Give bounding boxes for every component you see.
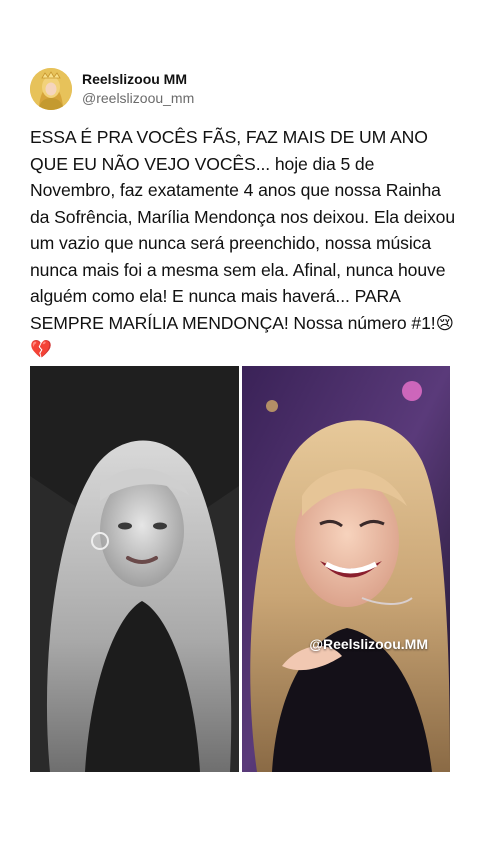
media-grid: @Reelslizoou.MM [30, 366, 450, 772]
portrait-bw-icon [30, 366, 239, 772]
user-handle[interactable]: @reelslizoou_mm [82, 90, 194, 107]
post-header: Reelslizoou MM @reelslizoou_mm [30, 68, 194, 110]
right-photo[interactable]: @Reelslizoou.MM [241, 366, 450, 772]
avatar[interactable] [30, 68, 72, 110]
post-text: ESSA É PRA VOCÊS FÃS, FAZ MAIS DE UM ANO… [30, 127, 456, 359]
portrait-smiling-icon [241, 366, 450, 772]
display-name[interactable]: Reelslizoou MM [82, 71, 194, 88]
left-photo[interactable] [30, 366, 239, 772]
user-names: Reelslizoou MM @reelslizoou_mm [82, 71, 194, 107]
watermark: @Reelslizoou.MM [309, 636, 428, 652]
avatar-portrait-icon [30, 68, 72, 110]
